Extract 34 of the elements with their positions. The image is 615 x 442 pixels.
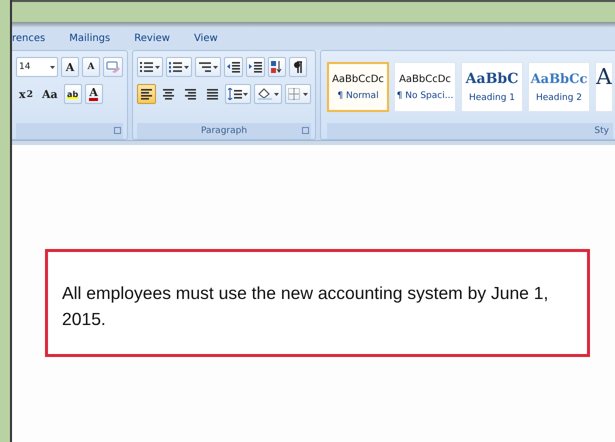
- ribbon-tab[interactable]: View: [194, 33, 232, 44]
- line-spacing-icon[interactable]: [225, 84, 251, 104]
- ribbon-tab[interactable]: Mailings: [69, 33, 124, 44]
- group-label: Paragraph: [137, 123, 311, 139]
- change-case-button[interactable]: Aa: [38, 84, 61, 104]
- ribbon-tab[interactable]: Review: [134, 33, 184, 44]
- pilcrow-icon[interactable]: [289, 57, 307, 77]
- highlight-button[interactable]: ab: [64, 84, 82, 104]
- ribbon-tab[interactable]: rences: [12, 33, 60, 44]
- align-left-icon: [140, 88, 153, 100]
- align-right-icon: [184, 88, 197, 100]
- align-justify-icon: [206, 88, 219, 100]
- increase-indent-icon[interactable]: [246, 57, 265, 77]
- align-left-button[interactable]: [137, 84, 156, 104]
- align-center-icon: [162, 88, 175, 100]
- style-item[interactable]: A: [595, 62, 613, 112]
- bullet-list-icon[interactable]: [137, 57, 163, 77]
- multilevel-list-icon[interactable]: [195, 57, 221, 77]
- decrease-indent-icon[interactable]: [224, 57, 243, 77]
- style-item[interactable]: AaBbCcDc ¶ Normal: [327, 62, 389, 112]
- font-size-dropdown[interactable]: 14: [16, 57, 58, 77]
- shading-icon[interactable]: [254, 84, 282, 104]
- eraser-icon[interactable]: [103, 57, 123, 77]
- style-item[interactable]: AaBbCcDc ¶ No Spaci...: [394, 62, 456, 112]
- sort-icon[interactable]: [268, 57, 286, 77]
- document-text: All employees must use the new accounting system by June 1, 2015.: [62, 282, 550, 331]
- grow-font-button[interactable]: A: [61, 57, 79, 77]
- caret-icon: [50, 66, 55, 68]
- font-color-button[interactable]: A: [84, 84, 103, 104]
- shrink-font-button[interactable]: A: [82, 57, 100, 77]
- group-label: Sty: [327, 123, 613, 139]
- numbered-list-icon[interactable]: [166, 57, 192, 77]
- style-item[interactable]: AaBbCc Heading 2: [528, 62, 590, 112]
- style-item[interactable]: AaBbC Heading 1: [461, 62, 523, 112]
